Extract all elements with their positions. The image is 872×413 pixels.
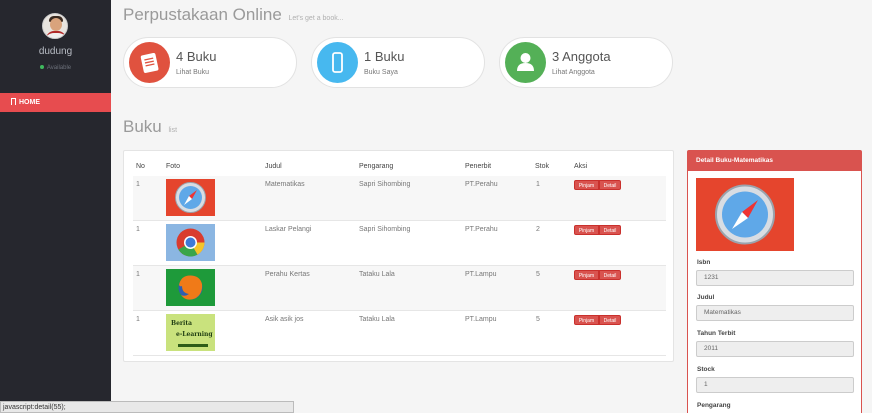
section-title: Buku list	[123, 117, 178, 136]
table-row: 1 Perahu Kertas Tataku Lala PT.Lampu 5 P…	[133, 266, 666, 311]
cell-no: 1	[136, 271, 140, 278]
user-icon	[505, 42, 546, 83]
safari-icon	[696, 178, 794, 251]
stat-card-buku[interactable]: 4 Buku Lihat Buku	[123, 37, 297, 88]
pinjam-button[interactable]: Pinjam	[574, 315, 599, 325]
cell-penerbit: PT.Lampu	[465, 271, 497, 278]
stat-value: 4 Buku	[176, 49, 217, 64]
field-label-isbn: Isbn	[697, 259, 711, 266]
field-label-judul: Judul	[697, 294, 715, 301]
chrome-icon	[166, 224, 215, 261]
user-status: Available	[0, 65, 111, 71]
cell-no: 1	[136, 226, 140, 233]
svg-text:Berita: Berita	[171, 320, 192, 327]
field-label-stock: Stock	[697, 366, 715, 373]
bookmark-icon	[11, 97, 16, 105]
col-header-penerbit: Penerbit	[465, 163, 492, 170]
status-dot-icon	[39, 65, 44, 70]
detail-panel: Detail Buku-Matematikas Isbn 1231 Judul …	[687, 150, 862, 413]
judul-field[interactable]: Matematikas	[696, 305, 854, 321]
cell-pengarang: Tataku Lala	[359, 271, 395, 278]
elearning-image: Berita e-Learning	[166, 314, 215, 351]
cell-stok: 5	[536, 316, 540, 323]
table-row: 1 Berita e-Learning Asik asik jos Tataku …	[133, 311, 666, 356]
stat-card-buku-saya[interactable]: 1 Buku Buku Saya	[311, 37, 485, 88]
cell-penerbit: PT.Perahu	[465, 226, 498, 233]
cell-no: 1	[136, 316, 140, 323]
pinjam-button[interactable]: Pinjam	[574, 225, 599, 235]
firefox-icon	[166, 269, 215, 306]
cell-judul: Matematikas	[265, 181, 305, 188]
detail-panel-title: Detail Buku-Matematikas	[688, 151, 861, 171]
tahun-terbit-field[interactable]: 2011	[696, 341, 854, 357]
pinjam-button[interactable]: Pinjam	[574, 270, 599, 280]
svg-text:e-Learning: e-Learning	[176, 331, 213, 338]
stat-link[interactable]: Lihat Buku	[176, 69, 209, 76]
page-subtitle: Let's get a book...	[288, 15, 344, 22]
cell-judul: Perahu Kertas	[265, 271, 310, 278]
col-header-stok: Stok	[535, 163, 550, 170]
table-row: 1 Laskar Pelangi Sapri Sihombing PT.Pera…	[133, 221, 666, 266]
sidebar: dudung Available HOME	[0, 0, 111, 413]
stat-value: 1 Buku	[364, 49, 405, 64]
cell-judul: Laskar Pelangi	[265, 226, 312, 233]
browser-status-bar: javascript:detail(55);	[0, 401, 294, 413]
page-title: Perpustakaan Online Let's get a book...	[123, 5, 344, 24]
field-label-tahun-terbit: Tahun Terbit	[697, 330, 736, 337]
cell-stok: 1	[536, 181, 540, 188]
col-header-pengarang: Pengarang	[359, 163, 394, 170]
user-name: dudung	[38, 46, 73, 57]
stat-link[interactable]: Buku Saya	[364, 69, 398, 76]
cell-judul: Asik asik jos	[265, 316, 304, 323]
avatar[interactable]	[42, 13, 68, 39]
stat-link[interactable]: Lihat Anggota	[552, 69, 595, 76]
safari-icon	[166, 179, 215, 216]
pinjam-button[interactable]: Pinjam	[574, 180, 599, 190]
detail-button[interactable]: Detail	[599, 270, 621, 280]
col-header-no: No	[136, 163, 145, 170]
stat-card-anggota[interactable]: 3 Anggota Lihat Anggota	[499, 37, 673, 88]
cell-pengarang: Sapri Sihombing	[359, 181, 411, 188]
col-header-foto: Foto	[166, 163, 181, 170]
section-subtitle: list	[168, 127, 178, 134]
phone-icon	[317, 42, 358, 83]
detail-button[interactable]: Detail	[599, 180, 621, 190]
sidebar-item-home[interactable]: HOME	[0, 93, 111, 112]
cell-stok: 5	[536, 271, 540, 278]
book-table-panel: No Foto Judul Pengarang Penerbit Stok Ak…	[123, 150, 674, 362]
detail-button[interactable]: Detail	[599, 315, 621, 325]
cell-no: 1	[136, 181, 140, 188]
field-label-pengarang: Pengarang	[697, 402, 731, 409]
cell-penerbit: PT.Perahu	[465, 181, 498, 188]
isbn-field[interactable]: 1231	[696, 270, 854, 286]
stat-value: 3 Anggota	[552, 49, 611, 64]
cell-pengarang: Sapri Sihombing	[359, 226, 411, 233]
cell-pengarang: Tataku Lala	[359, 316, 395, 323]
cell-stok: 2	[536, 226, 540, 233]
cell-penerbit: PT.Lampu	[465, 316, 497, 323]
stock-field[interactable]: 1	[696, 377, 854, 393]
book-icon	[129, 42, 170, 83]
col-header-aksi: Aksi	[574, 163, 588, 170]
col-header-judul: Judul	[265, 163, 282, 170]
table-row: 1 Matematikas Sapri Sihombing PT.Perahu …	[133, 176, 666, 221]
detail-button[interactable]: Detail	[599, 225, 621, 235]
